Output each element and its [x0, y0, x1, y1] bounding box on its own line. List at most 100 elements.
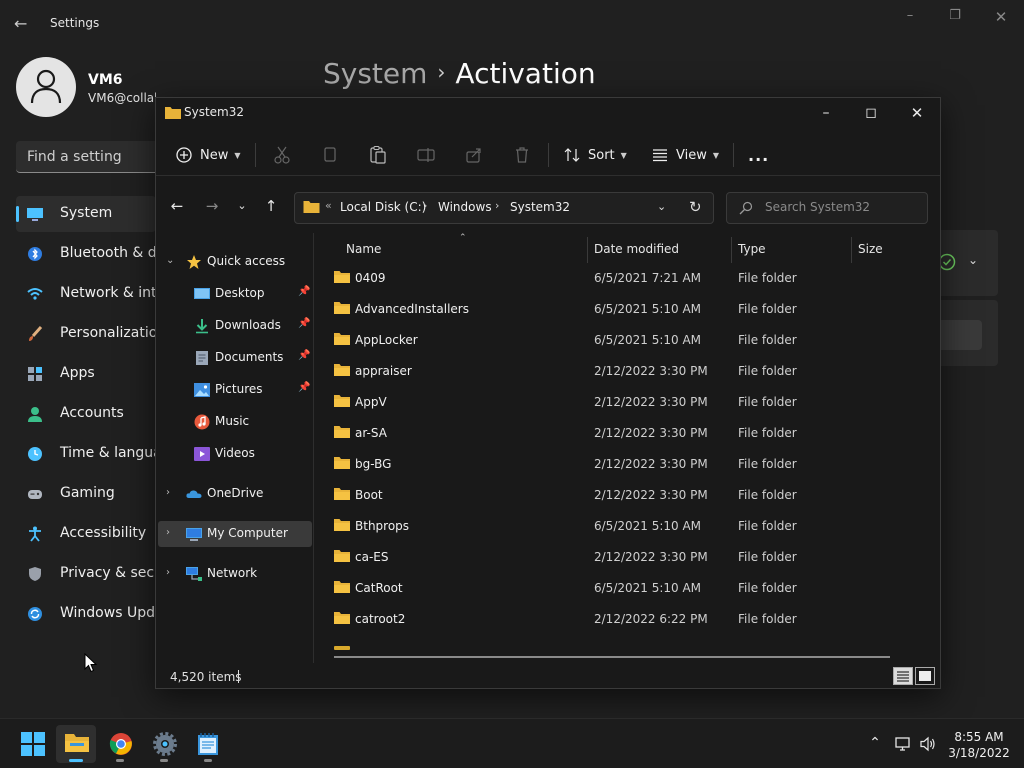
settings-minimize-button[interactable]: – [900, 8, 920, 26]
address-bar[interactable]: « Local Disk (C:) › Windows › System32 ⌄… [294, 192, 714, 224]
column-header-size[interactable]: Size [858, 242, 883, 256]
search-input[interactable] [765, 200, 915, 214]
user-avatar[interactable] [16, 57, 76, 117]
tree-item-music[interactable]: Music [158, 409, 312, 435]
sort-button[interactable]: Sort ▼ [564, 140, 627, 170]
share-icon[interactable] [464, 145, 484, 165]
table-row[interactable]: AppV 2/12/2022 3:30 PM File folder [326, 388, 916, 416]
expanded-chevron-icon[interactable]: ⌄ [166, 255, 174, 266]
address-crumb[interactable]: Windows [438, 200, 492, 214]
pin-icon[interactable]: 📌 [298, 286, 310, 297]
network-icon [186, 567, 202, 581]
taskbar-chrome[interactable] [100, 725, 140, 763]
cut-icon[interactable] [272, 145, 292, 165]
taskbar-settings[interactable] [144, 725, 184, 763]
view-button[interactable]: View ▼ [652, 140, 719, 170]
tree-item-quick-access[interactable]: ⌄ Quick access [158, 249, 312, 275]
address-crumb[interactable]: Local Disk (C:) [340, 200, 426, 214]
start-button[interactable] [12, 725, 52, 763]
pin-icon[interactable]: 📌 [298, 350, 310, 361]
crumb-chevron-icon[interactable]: › [495, 199, 499, 212]
table-row[interactable]: Boot 2/12/2022 3:30 PM File folder [326, 481, 916, 509]
tree-item-videos[interactable]: Videos [158, 441, 312, 467]
file-name: AppV [355, 395, 387, 409]
taskbar-file-explorer[interactable] [56, 725, 96, 763]
more-options-button[interactable]: ... [748, 140, 769, 170]
settings-restore-button[interactable]: ❐ [945, 8, 965, 26]
column-resize-handle[interactable] [731, 237, 732, 263]
horizontal-scrollbar[interactable] [334, 656, 890, 658]
settings-close-button[interactable]: ✕ [991, 8, 1011, 26]
table-row[interactable]: 0409 6/5/2021 7:21 AM File folder [326, 264, 916, 292]
nav-item-bluetooth[interactable]: Bluetooth & devices [16, 236, 156, 272]
nav-item-gaming[interactable]: Gaming [16, 476, 156, 512]
nav-item-time-language[interactable]: Time & language [16, 436, 156, 472]
delete-icon[interactable] [512, 145, 532, 165]
tiles-view-button[interactable] [915, 667, 935, 685]
paste-icon[interactable] [368, 145, 388, 165]
breadcrumb-parent[interactable]: System [323, 57, 427, 90]
collapsed-chevron-icon[interactable]: › [166, 527, 170, 538]
show-hidden-icons-chevron-icon[interactable]: ⌃ [866, 735, 884, 753]
nav-item-accessibility[interactable]: Accessibility [16, 516, 156, 552]
table-row[interactable]: catroot2 2/12/2022 6:22 PM File folder [326, 605, 916, 633]
tree-item-my-computer[interactable]: › My Computer [158, 521, 312, 547]
network-status-icon[interactable] [894, 735, 912, 753]
tree-item-desktop[interactable]: Desktop 📌 [158, 281, 312, 307]
tree-item-downloads[interactable]: Downloads 📌 [158, 313, 312, 339]
nav-item-system[interactable]: System [16, 196, 156, 232]
nav-item-accounts[interactable]: Accounts [16, 396, 156, 432]
overflow-chevron-icon[interactable]: « [325, 199, 332, 212]
rename-icon[interactable] [416, 145, 436, 165]
crumb-chevron-icon[interactable]: › [423, 199, 427, 212]
table-row[interactable]: bg-BG 2/12/2022 3:30 PM File folder [326, 450, 916, 478]
table-row[interactable]: CatRoot 6/5/2021 5:10 AM File folder [326, 574, 916, 602]
column-header-name[interactable]: Name [346, 242, 381, 256]
column-header-type[interactable]: Type [738, 242, 766, 256]
pin-icon[interactable]: 📌 [298, 382, 310, 393]
refresh-icon[interactable]: ↻ [689, 198, 702, 216]
up-arrow-icon[interactable]: ↑ [261, 196, 281, 216]
table-row[interactable]: AppLocker 6/5/2021 5:10 AM File folder [326, 326, 916, 354]
chevron-down-icon[interactable]: ⌄ [968, 253, 978, 267]
address-crumb[interactable]: System32 [510, 200, 570, 214]
close-button[interactable]: ✕ [906, 103, 928, 123]
back-arrow-icon[interactable]: ← [14, 14, 34, 34]
search-box[interactable] [726, 192, 928, 224]
details-view-button[interactable] [893, 667, 913, 685]
forward-arrow-icon[interactable]: → [202, 196, 222, 216]
system-clock[interactable]: 8:55 AM 3/18/2022 [944, 729, 1014, 761]
column-header-date-modified[interactable]: Date modified [594, 242, 679, 256]
collapsed-chevron-icon[interactable]: › [166, 487, 170, 498]
tree-item-pictures[interactable]: Pictures 📌 [158, 377, 312, 403]
address-dropdown-icon[interactable]: ⌄ [657, 200, 666, 213]
pin-icon[interactable]: 📌 [298, 318, 310, 329]
taskbar-notepad[interactable] [188, 725, 228, 763]
nav-item-personalization[interactable]: Personalization [16, 316, 156, 352]
table-row[interactable]: Bthprops 6/5/2021 5:10 AM File folder [326, 512, 916, 540]
folder-icon [334, 457, 350, 469]
table-row[interactable]: AdvancedInstallers 6/5/2021 5:10 AM File f… [326, 295, 916, 323]
volume-icon[interactable] [919, 735, 937, 753]
tree-item-network[interactable]: › Network [158, 561, 312, 587]
column-resize-handle[interactable] [587, 237, 588, 263]
tree-item-documents[interactable]: Documents 📌 [158, 345, 312, 371]
recent-locations-chevron-icon[interactable]: ⌄ [232, 196, 252, 216]
new-button[interactable]: New ▼ [176, 140, 241, 170]
explorer-titlebar[interactable]: System32 – ◻ ✕ [156, 98, 940, 128]
back-arrow-icon[interactable]: ← [167, 196, 187, 216]
table-row[interactable]: appraiser 2/12/2022 3:30 PM File folder [326, 357, 916, 385]
copy-icon[interactable] [320, 145, 340, 165]
tree-item-onedrive[interactable]: › OneDrive [158, 481, 312, 507]
collapsed-chevron-icon[interactable]: › [166, 567, 170, 578]
settings-search-input[interactable]: Find a setting [16, 141, 166, 173]
nav-item-apps[interactable]: Apps [16, 356, 156, 392]
minimize-button[interactable]: – [815, 103, 837, 123]
column-resize-handle[interactable] [851, 237, 852, 263]
table-row[interactable]: ar-SA 2/12/2022 3:30 PM File folder [326, 419, 916, 447]
nav-item-privacy[interactable]: Privacy & security [16, 556, 156, 592]
nav-item-network[interactable]: Network & internet [16, 276, 156, 312]
maximize-button[interactable]: ◻ [860, 103, 882, 123]
nav-item-windows-update[interactable]: Windows Update [16, 596, 156, 632]
table-row[interactable]: ca-ES 2/12/2022 3:30 PM File folder [326, 543, 916, 571]
